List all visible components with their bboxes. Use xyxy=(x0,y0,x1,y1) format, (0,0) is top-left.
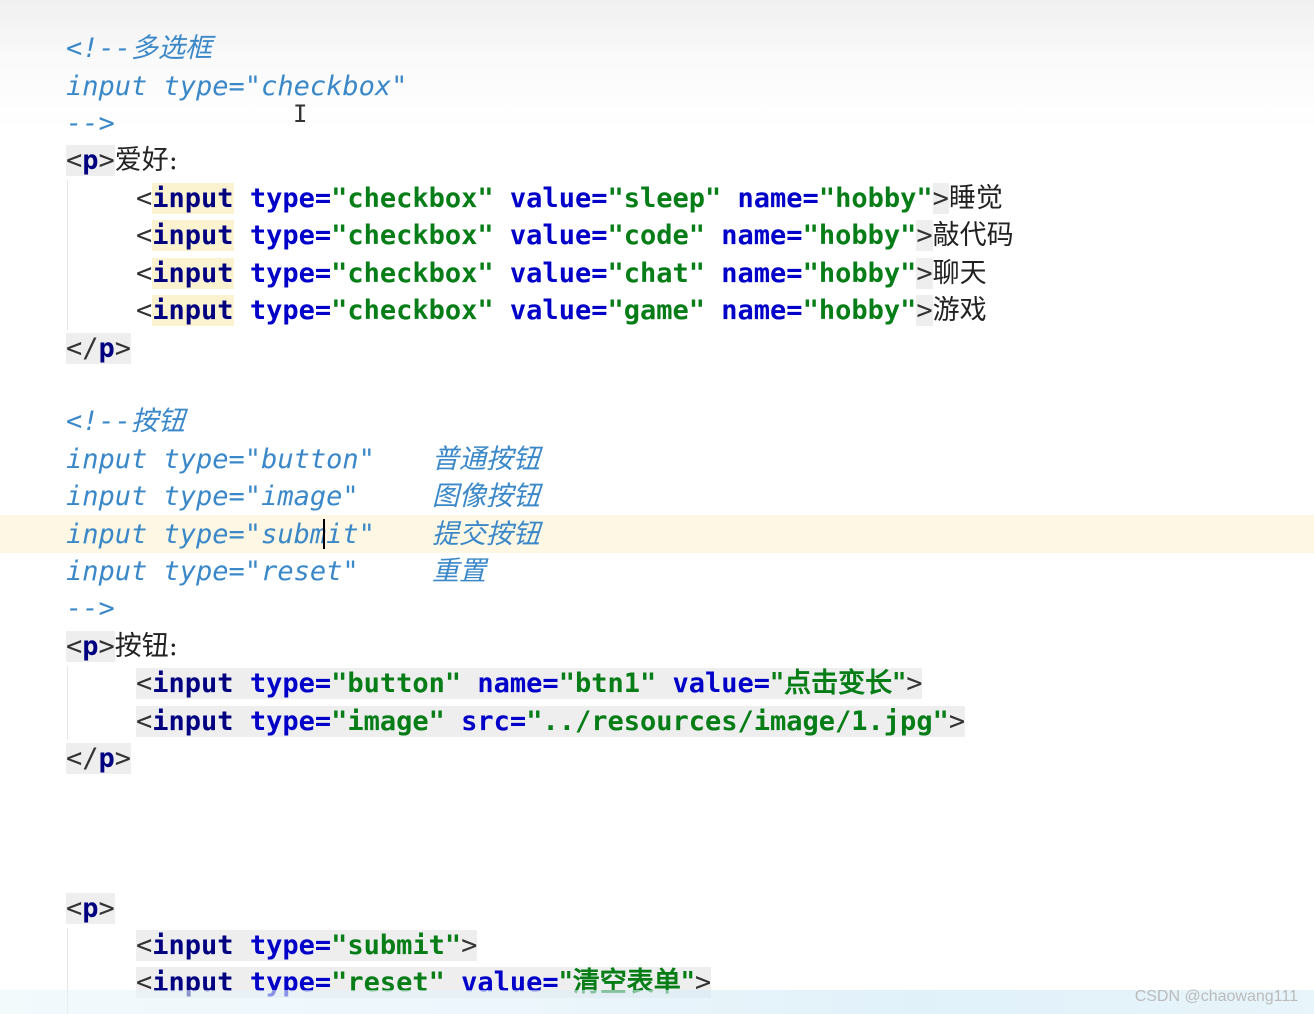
checkbox-label: 敲代码 xyxy=(932,220,1014,251)
indent-guide xyxy=(67,666,68,740)
text-buttons: 按钮: xyxy=(114,631,178,662)
code-line-comment-checkbox: <!--多选框 xyxy=(66,30,212,67)
code-line-p-open: <p>爱好: xyxy=(66,142,178,179)
code-line-comment-current: input type="submit" 提交按钮 xyxy=(66,516,540,553)
p-open-tag: <p> xyxy=(66,145,115,176)
comment-desc: 重置 xyxy=(432,556,486,587)
tag-input: input xyxy=(152,706,234,737)
indent-guide xyxy=(67,180,68,330)
p-close-tag: </p> xyxy=(66,743,132,774)
p-open-tag: <p> xyxy=(66,893,115,924)
comment-open: <!-- xyxy=(66,406,132,437)
code-line-comment: input type="reset" 重置 xyxy=(66,553,486,590)
tag-input: input xyxy=(152,258,234,289)
text-caret xyxy=(323,519,325,549)
comment-desc: 图像按钮 xyxy=(432,481,540,512)
code-line-checkbox: <input type="checkbox" value="sleep" nam… xyxy=(136,183,1003,214)
p-open-tag: <p> xyxy=(66,631,115,662)
p-close-tag: </p> xyxy=(66,333,132,364)
code-line-comment-close: --> xyxy=(66,108,115,139)
text-hobby: 爱好: xyxy=(114,145,178,176)
code-line-checkbox: <input type="checkbox" value="code" name… xyxy=(136,220,1014,251)
code-line-checkbox: <input type="checkbox" value="game" name… xyxy=(136,295,987,326)
code-line-comment-close: --> xyxy=(66,593,115,624)
tag-input: input xyxy=(152,220,234,251)
tag-input: input xyxy=(152,930,234,961)
comment-text: 按钮 xyxy=(131,406,186,437)
code-line-comment: input type="button" 普通按钮 xyxy=(66,441,540,478)
checkbox-label: 聊天 xyxy=(932,258,987,289)
comment-desc: 普通按钮 xyxy=(432,444,540,475)
tag-input: input xyxy=(152,668,234,699)
code-line-comment: input type="image" 图像按钮 xyxy=(66,478,540,515)
ibeam-cursor-icon: I xyxy=(293,100,308,128)
code-line-p-close: </p> xyxy=(66,330,132,367)
code-line-checkbox: <input type="checkbox" value="chat" name… xyxy=(136,258,987,289)
watermark: CSDN @chaowang111 xyxy=(1134,988,1298,1005)
code-line-p-open: <p> xyxy=(66,890,115,927)
code-line-input-submit: <input type="submit"> xyxy=(136,930,478,961)
comment-desc: 提交按钮 xyxy=(432,519,540,550)
code-line-input-button: <input type="button" name="btn1" value="… xyxy=(136,668,923,699)
code-editor[interactable]: <!--多选框 input type="checkbox" --> <p>爱好:… xyxy=(0,0,1314,1014)
code-line-input-image: <input type="image" src="../resources/im… xyxy=(136,706,966,737)
checkbox-label: 游戏 xyxy=(932,295,987,326)
code-line-p-open: <p>按钮: xyxy=(66,628,178,665)
comment-open: <!-- xyxy=(66,33,132,64)
code-line-p-close: </p> xyxy=(66,740,132,777)
bottom-overlay xyxy=(0,990,1314,1014)
comment-text: 多选框 xyxy=(131,33,213,64)
tag-input: input xyxy=(152,295,234,326)
tag-input: input xyxy=(152,183,234,214)
checkbox-label: 睡觉 xyxy=(948,183,1003,214)
code-line-comment-button: <!--按钮 xyxy=(66,403,185,440)
code-line-comment: input type="checkbox" xyxy=(66,71,408,102)
